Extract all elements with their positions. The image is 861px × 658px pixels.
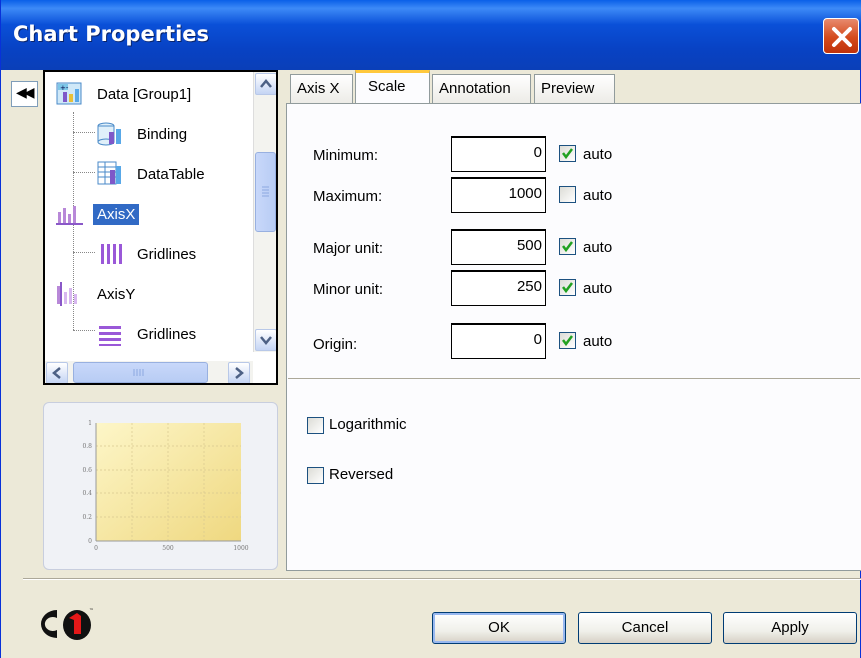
origin-auto-label: auto: [583, 333, 613, 350]
mini-y-tick: 1: [88, 420, 92, 427]
title-bar: Chart Properties: [1, 0, 861, 70]
window-title: Chart Properties: [13, 22, 210, 46]
tab-scale[interactable]: Scale: [355, 70, 430, 105]
origin-auto-checkbox[interactable]: [559, 332, 576, 349]
minimum-input[interactable]: 0: [451, 136, 546, 172]
minor-unit-input[interactable]: 250: [451, 270, 546, 306]
minor-unit-row: Minor unit: 250 auto: [287, 270, 861, 306]
c1-logo-icon: ™: [41, 608, 94, 640]
scroll-left-button[interactable]: [46, 362, 68, 383]
minimum-label: Minimum:: [313, 147, 379, 164]
mini-chart: 1 0.8 0.6 0.4 0.2 0 0 500 1000: [82, 420, 248, 552]
maximum-label: Maximum:: [313, 188, 383, 205]
mini-y-tick: 0.6: [82, 467, 92, 474]
origin-row: Origin: 0 auto: [287, 323, 861, 359]
collapse-panel-button[interactable]: ◀◀: [11, 81, 38, 107]
chevron-down-icon: [260, 336, 272, 345]
maximum-auto-checkbox[interactable]: [559, 186, 576, 203]
datatable-icon: [97, 161, 121, 185]
tree-item-data-group[interactable]: +- Data [Group1]: [55, 78, 195, 110]
tree-item-label: Gridlines: [137, 325, 197, 343]
cancel-button[interactable]: Cancel: [578, 612, 712, 644]
minimum-row: Minimum: 0 auto: [287, 136, 861, 172]
minor-unit-auto-label: auto: [583, 280, 613, 297]
scroll-down-button[interactable]: [255, 329, 276, 351]
section-divider: [288, 378, 860, 379]
major-unit-row: Major unit: 500 auto: [287, 229, 861, 265]
tree-vertical-scrollbar[interactable]: [253, 72, 276, 352]
mini-x-tick: 500: [162, 545, 174, 552]
tree-view[interactable]: +- Data [Group1] Binding DataTable AxisX…: [43, 70, 278, 385]
check-mark-icon: [562, 335, 573, 347]
tree-item-x-gridlines[interactable]: Gridlines: [95, 238, 200, 270]
close-icon: [832, 27, 852, 47]
vertical-gridlines-icon: [101, 244, 122, 264]
horizontal-gridlines-icon: [99, 326, 121, 346]
tab-preview[interactable]: Preview: [534, 74, 615, 104]
check-mark-icon: [562, 148, 573, 160]
minor-unit-label: Minor unit:: [313, 281, 384, 298]
mini-y-tick: 0: [88, 538, 92, 545]
tree-item-label: DataTable: [137, 165, 205, 183]
mini-x-tick: 0: [94, 545, 98, 552]
mini-y-tick: 0.2: [82, 514, 92, 521]
minimum-auto-label: auto: [583, 146, 613, 163]
mini-y-tick: 0.4: [82, 490, 92, 497]
axis-x-icon: [56, 206, 83, 225]
major-unit-auto-checkbox[interactable]: [559, 238, 576, 255]
tree-item-label: AxisY: [97, 285, 136, 303]
major-unit-label: Major unit:: [313, 240, 384, 257]
tree-item-datatable[interactable]: DataTable: [95, 158, 209, 190]
tree-item-label: Gridlines: [137, 245, 197, 263]
tree-item-y-gridlines[interactable]: Gridlines: [95, 318, 200, 350]
svg-text:™: ™: [89, 608, 94, 614]
check-mark-icon: [562, 241, 573, 253]
data-group-icon: +-: [56, 82, 82, 105]
origin-input[interactable]: 0: [451, 323, 546, 359]
mini-y-tick: 0.8: [82, 443, 92, 450]
tab-axis-x[interactable]: Axis X: [290, 74, 353, 104]
reversed-label: Reversed: [329, 466, 394, 483]
mini-x-tick: 1000: [233, 545, 248, 552]
footer-divider: [23, 578, 861, 580]
chevron-right-icon: [235, 367, 244, 379]
svg-text:+-: +-: [60, 84, 69, 92]
binding-icon: [97, 122, 121, 146]
apply-button[interactable]: Apply: [723, 612, 857, 644]
logarithmic-label: Logarithmic: [329, 416, 407, 433]
tree-item-axis-y[interactable]: AxisY: [55, 278, 139, 310]
chevron-left-icon: [52, 367, 61, 379]
double-left-arrow-icon: ◀◀: [16, 85, 34, 101]
horizontal-scroll-thumb[interactable]: [73, 362, 208, 383]
check-mark-icon: [562, 282, 573, 294]
tree-item-axis-x[interactable]: AxisX: [55, 198, 140, 230]
chevron-up-icon: [260, 79, 272, 88]
scroll-right-button[interactable]: [228, 362, 250, 383]
ok-button[interactable]: OK: [432, 612, 566, 644]
scale-tab-panel: Minimum: 0 auto Maximum: 1000 auto Major…: [286, 103, 861, 571]
minimum-auto-checkbox[interactable]: [559, 145, 576, 162]
scroll-up-button[interactable]: [255, 73, 276, 95]
maximum-input[interactable]: 1000: [451, 177, 546, 213]
minor-unit-auto-checkbox[interactable]: [559, 279, 576, 296]
vertical-scroll-thumb[interactable]: [255, 152, 276, 232]
tree-item-label: AxisX: [93, 203, 140, 225]
tree-item-label: Binding: [137, 125, 188, 143]
major-unit-auto-label: auto: [583, 239, 613, 256]
maximum-row: Maximum: 1000 auto: [287, 177, 861, 213]
maximum-auto-label: auto: [583, 187, 613, 204]
tab-annotation[interactable]: Annotation: [432, 74, 531, 104]
major-unit-input[interactable]: 500: [451, 229, 546, 265]
reversed-checkbox[interactable]: [307, 467, 324, 484]
chart-thumbnail-preview: 1 0.8 0.6 0.4 0.2 0 0 500 1000: [43, 402, 278, 570]
tree-item-label: Data [Group1]: [97, 85, 192, 103]
origin-label: Origin:: [313, 336, 358, 353]
tree-item-binding[interactable]: Binding: [95, 118, 191, 150]
chart-properties-dialog: Chart Properties ◀◀ +- Data [Group1] Bin…: [0, 0, 861, 658]
close-button[interactable]: [823, 18, 859, 54]
logarithmic-checkbox[interactable]: [307, 417, 324, 434]
tree-horizontal-scrollbar[interactable]: [45, 361, 253, 383]
axis-y-icon: [57, 282, 77, 306]
